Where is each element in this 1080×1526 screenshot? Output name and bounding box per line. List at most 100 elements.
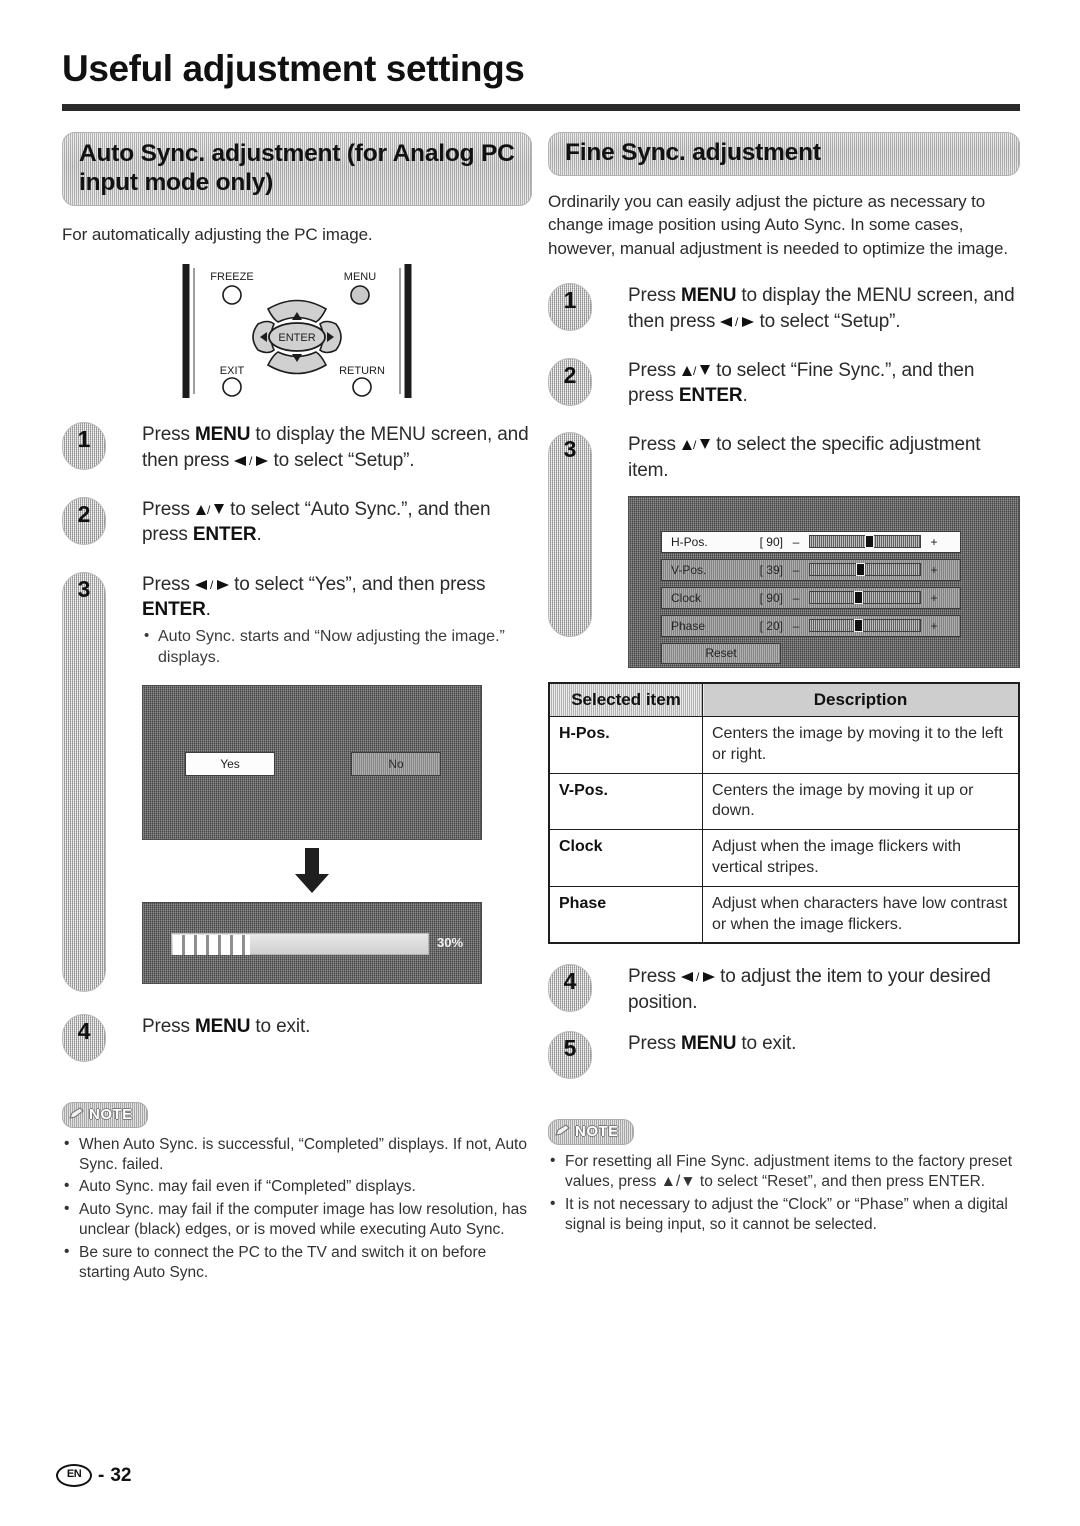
flow-arrow bbox=[142, 847, 482, 894]
left-column: Auto Sync. adjustment (for Analog PC inp… bbox=[62, 132, 532, 1286]
table-header-selected-item: Selected item bbox=[548, 682, 703, 717]
osd-yes-button[interactable]: Yes bbox=[185, 751, 275, 776]
osd-minus-icon[interactable]: – bbox=[783, 591, 809, 605]
table-header-description: Description bbox=[702, 682, 1020, 717]
step-text: Press / to select “Yes”, and then press … bbox=[142, 573, 486, 620]
osd-slider-track[interactable] bbox=[809, 591, 921, 605]
step-text: Press / to select “Fine Sync.”, and then… bbox=[628, 359, 975, 407]
step-number-badge: 4 bbox=[62, 1013, 106, 1062]
table-cell-description: Adjust when characters have low contrast… bbox=[702, 885, 1020, 944]
step-text: Press / to adjust the item to your desir… bbox=[628, 966, 991, 1013]
osd-slider-knob[interactable] bbox=[865, 535, 874, 549]
step-text: Press MENU to display the MENU screen, a… bbox=[628, 285, 1015, 332]
title-divider bbox=[62, 104, 1020, 111]
progress-percent-label: 30% bbox=[437, 934, 464, 950]
fine-sync-intro: Ordinarily you can easily adjust the pic… bbox=[548, 192, 1008, 258]
note-item: Auto Sync. may fail if the computer imag… bbox=[62, 1199, 532, 1241]
left-right-arrow-icon: / bbox=[720, 316, 755, 328]
remote-control-figure: FREEZE MENU EXIT RETURN ENTER bbox=[172, 262, 422, 400]
osd-row-label: H-Pos. bbox=[671, 534, 708, 549]
step-text: Press MENU to exit. bbox=[628, 1032, 797, 1054]
page-number: 32 bbox=[110, 1464, 132, 1486]
down-arrow-icon bbox=[295, 847, 329, 893]
left-right-arrow-icon: / bbox=[680, 971, 715, 983]
svg-text:ENTER: ENTER bbox=[278, 332, 315, 344]
osd-slider-knob[interactable] bbox=[854, 619, 863, 633]
step-number-badge: 1 bbox=[62, 422, 106, 471]
manual-page: Useful adjustment settings Auto Sync. ad… bbox=[0, 0, 1080, 1526]
osd-no-button[interactable]: No bbox=[351, 751, 441, 776]
note-item: Auto Sync. may fail even if “Completed” … bbox=[62, 1176, 532, 1197]
step-fine-5: 5 Press MENU to exit. bbox=[548, 1030, 1020, 1081]
osd-row-value: [ 20] bbox=[759, 618, 783, 633]
osd-row-label: Clock bbox=[671, 590, 702, 605]
section-heading-auto-sync: Auto Sync. adjustment (for Analog PC inp… bbox=[62, 132, 532, 206]
table-row: Phase Adjust when characters have low co… bbox=[548, 885, 1020, 944]
progress-bar-fill bbox=[173, 934, 250, 955]
osd-plus-icon[interactable]: + bbox=[921, 535, 947, 549]
osd-row-phase[interactable]: Phase [ 20] – + bbox=[661, 614, 961, 637]
auto-sync-note-block: NOTE When Auto Sync. is successful, “Com… bbox=[62, 1101, 532, 1284]
osd-row-h-pos[interactable]: H-Pos. [ 90] – + bbox=[661, 530, 961, 553]
note-item: For resetting all Fine Sync. adjustment … bbox=[548, 1151, 1020, 1193]
step-text: Press / to select the specific adjustmen… bbox=[628, 434, 981, 481]
table-row: Clock Adjust when the image flickers wit… bbox=[548, 829, 1020, 887]
footer-separator: - bbox=[98, 1464, 105, 1486]
auto-sync-intro: For automatically adjusting the PC image… bbox=[62, 225, 373, 244]
step-bullet: Auto Sync. starts and “Now adjusting the… bbox=[142, 626, 532, 669]
osd-slider-track[interactable] bbox=[809, 619, 921, 633]
osd-row-label: V-Pos. bbox=[671, 562, 707, 577]
note-item: When Auto Sync. is successful, “Complete… bbox=[62, 1134, 532, 1176]
step-fine-1: 1 Press MENU to display the MENU screen,… bbox=[548, 283, 1020, 334]
osd-slider-track[interactable] bbox=[809, 535, 921, 549]
fine-sync-note-block: NOTE For resetting all Fine Sync. adjust… bbox=[548, 1118, 1020, 1236]
svg-text:/: / bbox=[249, 455, 253, 467]
osd-slider-track[interactable] bbox=[809, 563, 921, 577]
osd-row-value: [ 90] bbox=[759, 534, 783, 549]
step-number-badge: 3 bbox=[548, 432, 592, 638]
left-right-arrow-icon: / bbox=[194, 579, 229, 591]
note-badge: NOTE bbox=[548, 1118, 634, 1145]
table-cell-item: H-Pos. bbox=[548, 715, 703, 774]
progress-bar-track bbox=[171, 932, 429, 955]
svg-text:/: / bbox=[696, 971, 700, 983]
table-cell-item: Phase bbox=[548, 885, 703, 944]
svg-text:/: / bbox=[735, 316, 739, 328]
osd-plus-icon[interactable]: + bbox=[921, 563, 947, 577]
osd-row-value: [ 90] bbox=[759, 590, 783, 605]
note-item: Be sure to connect the PC to the TV and … bbox=[62, 1242, 532, 1284]
svg-text:/: / bbox=[210, 579, 214, 591]
osd-minus-icon[interactable]: – bbox=[783, 563, 809, 577]
fine-sync-osd: H-Pos. [ 90] – + V-Pos. [ 39] – + Clock … bbox=[628, 495, 1020, 668]
table-cell-item: V-Pos. bbox=[548, 772, 703, 831]
step-fine-4: 4 Press / to adjust the item to your des… bbox=[548, 964, 1020, 1015]
table-row: H-Pos. Centers the image by moving it to… bbox=[548, 715, 1020, 774]
table-row: V-Pos. Centers the image by moving it up… bbox=[548, 772, 1020, 831]
right-column: Fine Sync. adjustment Ordinarily you can… bbox=[548, 132, 1020, 1238]
step-number-badge: 1 bbox=[548, 283, 592, 332]
osd-minus-icon[interactable]: – bbox=[783, 535, 809, 549]
osd-minus-icon[interactable]: – bbox=[783, 619, 809, 633]
osd-plus-icon[interactable]: + bbox=[921, 591, 947, 605]
step-text: Press MENU to exit. bbox=[142, 1015, 311, 1037]
osd-plus-icon[interactable]: + bbox=[921, 619, 947, 633]
osd-row-v-pos[interactable]: V-Pos. [ 39] – + bbox=[661, 558, 961, 581]
fine-sync-note-list: For resetting all Fine Sync. adjustment … bbox=[548, 1151, 1020, 1236]
table-cell-description: Centers the image by moving it to the le… bbox=[702, 715, 1020, 774]
step-number-badge: 5 bbox=[548, 1030, 592, 1079]
note-badge: NOTE bbox=[62, 1101, 148, 1128]
osd-reset-button[interactable]: Reset bbox=[661, 642, 781, 664]
auto-sync-progress-osd: 30% bbox=[142, 901, 482, 984]
left-right-arrow-icon: / bbox=[234, 455, 269, 467]
up-down-arrow-icon: / bbox=[681, 438, 711, 451]
svg-text:EXIT: EXIT bbox=[220, 365, 245, 377]
auto-sync-note-list: When Auto Sync. is successful, “Complete… bbox=[62, 1134, 532, 1284]
language-code-badge: EN bbox=[56, 1464, 92, 1487]
osd-slider-knob[interactable] bbox=[856, 563, 866, 577]
osd-slider-knob[interactable] bbox=[854, 591, 863, 605]
step-text: Press / to select “Auto Sync.”, and then… bbox=[142, 498, 491, 546]
osd-row-clock[interactable]: Clock [ 90] – + bbox=[661, 586, 961, 609]
table-cell-item: Clock bbox=[548, 829, 703, 887]
step-number-badge: 2 bbox=[548, 357, 592, 406]
pencil-icon bbox=[69, 1106, 85, 1124]
